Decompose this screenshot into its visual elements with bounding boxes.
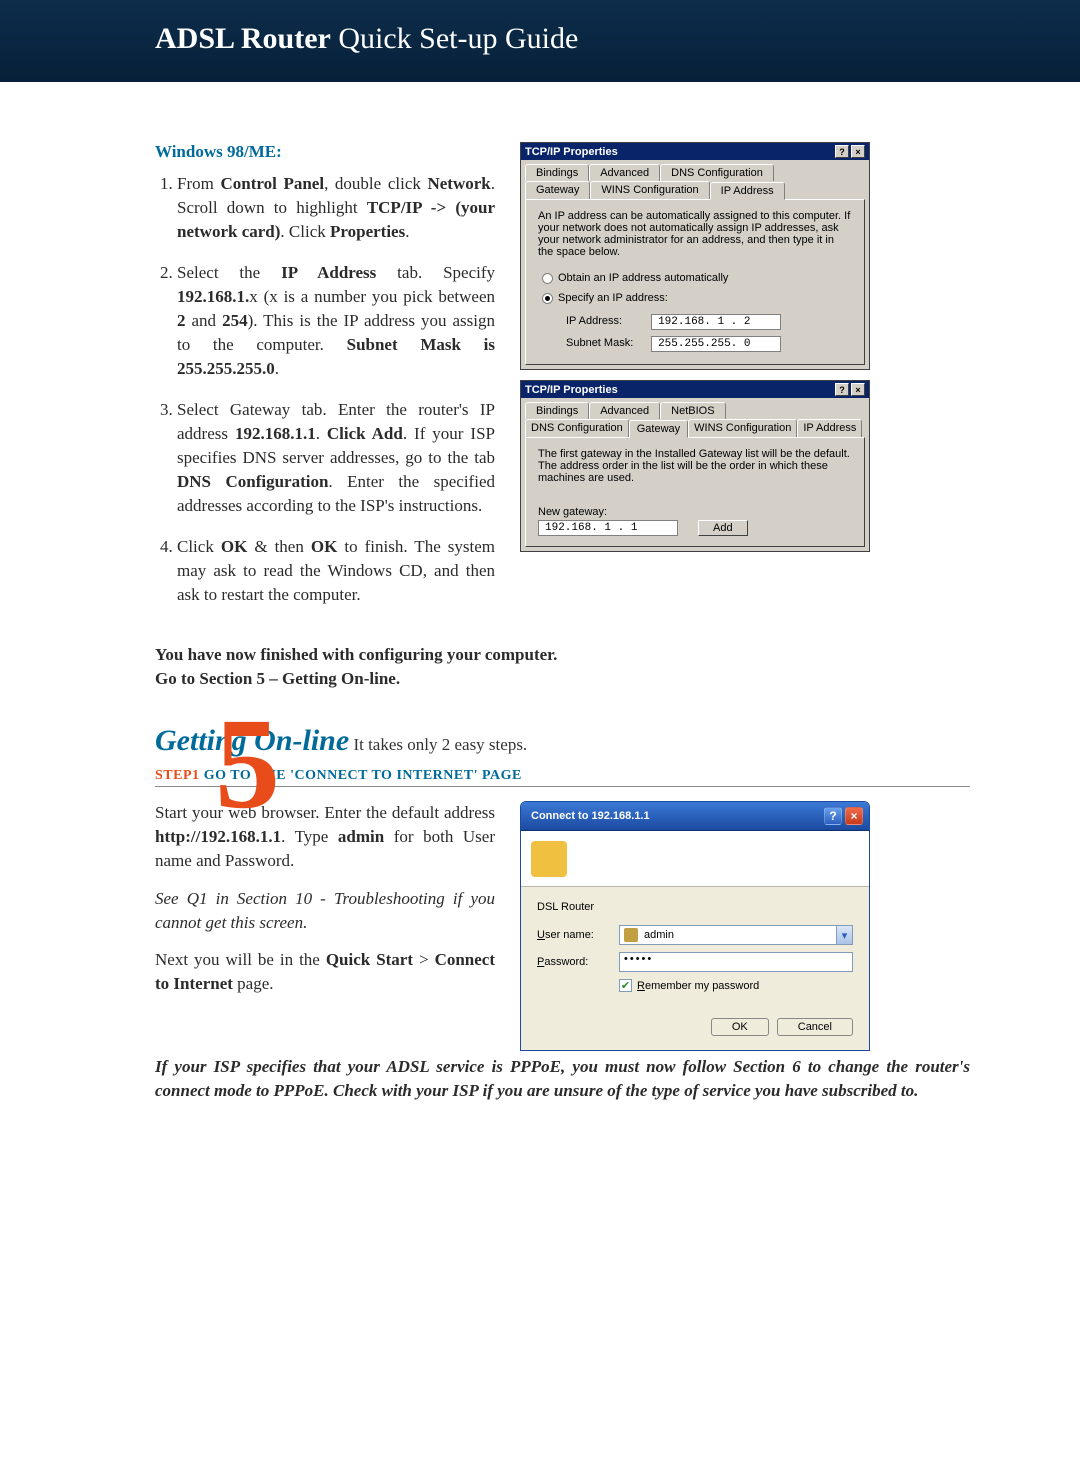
tab-ip-address[interactable]: IP Address [797,419,862,437]
header-rest: Quick Set-up Guide [331,22,578,55]
sec5-p1: Start your web browser. Enter the defaul… [155,801,495,872]
dialog1-body-text: An IP address can be automatically assig… [538,210,852,258]
close-icon[interactable]: × [851,145,865,158]
header-bold: ADSL Router [155,22,331,55]
realm-label: DSL Router [537,901,853,913]
cancel-button[interactable]: Cancel [777,1018,853,1036]
step-4: Click OK & then OK to finish. The system… [177,535,495,606]
username-field[interactable]: admin ▾ [619,925,853,945]
username-label: User name: [537,929,619,941]
tab-netbios[interactable]: NetBIOS [660,402,725,419]
connect-dialog-title: Connect to 192.168.1.1 [531,810,650,822]
tab-advanced[interactable]: Advanced [589,402,660,419]
password-label: Password: [537,956,619,968]
step-3: Select Gateway tab. Enter the router's I… [177,398,495,517]
step-2: Select the IP Address tab. Specify 192.1… [177,261,495,380]
finished-note: You have now finished with configuring y… [155,643,970,691]
ip-address-label: IP Address: [566,315,648,327]
tab-wins[interactable]: WINS Configuration [688,419,797,437]
step1-label: STEP1 [155,768,200,783]
new-gateway-field[interactable]: 192.168. 1 . 1 [538,520,678,536]
tab-bindings[interactable]: Bindings [525,164,589,181]
dialog2-title: TCP/IP Properties [525,384,618,396]
radio-specify[interactable] [542,293,553,304]
tab-bindings[interactable]: Bindings [525,402,589,419]
new-gateway-label: New gateway: [538,506,852,518]
sec5-p4: If your ISP specifies that your ADSL ser… [155,1055,970,1103]
section5-subtitle: It takes only 2 easy steps. [353,735,527,754]
tab-gateway[interactable]: Gateway [525,181,590,199]
step-1: From Control Panel, double click Network… [177,172,495,243]
connect-dialog: Connect to 192.168.1.1 ? × DSL Router Us… [520,801,870,1051]
sec5-p3: Next you will be in the Quick Start > Co… [155,948,495,996]
connect-banner [521,831,869,887]
tab-ip-address[interactable]: IP Address [710,182,785,200]
tab-wins[interactable]: WINS Configuration [590,181,709,199]
dialog2-body-text: The first gateway in the Installed Gatew… [538,448,852,484]
user-icon [624,928,638,942]
dialog1-titlebar: TCP/IP Properties ? × [521,143,869,160]
close-icon[interactable]: × [851,383,865,396]
add-button[interactable]: Add [698,520,748,536]
ok-button[interactable]: OK [711,1018,769,1036]
tab-advanced[interactable]: Advanced [589,164,660,181]
tcpip-gateway-dialog: TCP/IP Properties ? × Bindings Advanced … [520,380,870,552]
help-icon[interactable]: ? [835,383,849,396]
remember-checkbox[interactable]: ✔ [619,979,632,992]
tab-gateway[interactable]: Gateway [629,420,688,438]
chevron-down-icon[interactable]: ▾ [836,926,852,944]
dialog1-title: TCP/IP Properties [525,146,618,158]
keys-icon [531,841,567,877]
win98-section-label: Windows 98/ME: [155,142,495,162]
password-field[interactable]: ••••• [619,952,853,972]
page-content: Windows 98/ME: From Control Panel, doubl… [0,82,1080,1147]
subnet-mask-field[interactable]: 255.255.255. 0 [651,336,781,352]
page-header: ADSL Router Quick Set-up Guide [0,0,1080,82]
tcpip-ipaddress-dialog: TCP/IP Properties ? × Bindings Advanced … [520,142,870,370]
close-icon[interactable]: × [845,807,863,825]
tab-dns-config[interactable]: DNS Configuration [525,419,629,437]
win98-steps: From Control Panel, double click Network… [155,172,495,607]
radio-obtain-auto[interactable] [542,273,553,284]
remember-label: Remember my password [637,980,759,992]
help-icon[interactable]: ? [824,807,842,825]
help-icon[interactable]: ? [835,145,849,158]
dialog2-titlebar: TCP/IP Properties ? × [521,381,869,398]
subnet-mask-label: Subnet Mask: [566,337,648,349]
tab-dns-config[interactable]: DNS Configuration [660,164,774,181]
sec5-p2: See Q1 in Section 10 - Troubleshooting i… [155,887,495,935]
ip-address-field[interactable]: 192.168. 1 . 2 [651,314,781,330]
section-number-5: 5 [215,712,280,816]
